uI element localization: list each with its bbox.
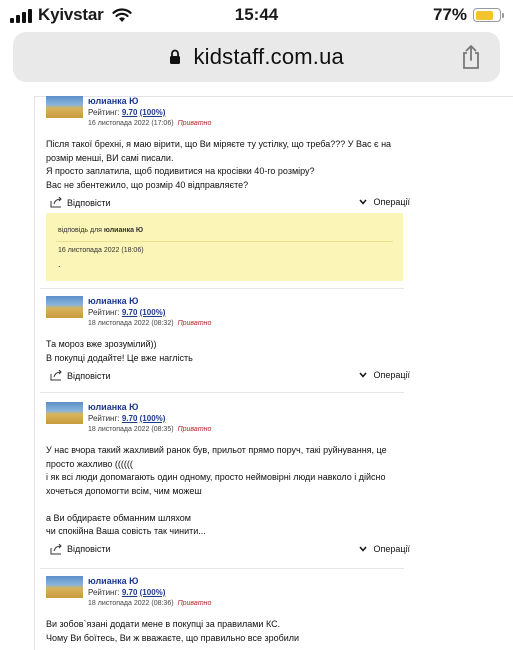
author-rating: Рейтинг: 9.70 (100%)	[88, 308, 166, 317]
battery-icon	[473, 8, 504, 22]
author-name[interactable]: юлианка Ю	[88, 296, 138, 306]
private-label: Приватно	[177, 600, 212, 607]
author-name[interactable]: юлианка Ю	[88, 402, 138, 412]
rating-percent[interactable]: (100%)	[140, 308, 166, 317]
avatar[interactable]	[46, 576, 83, 598]
post-text: Та мороз вже зрозумілий)) В покупці дода…	[46, 339, 193, 363]
operations-dropdown[interactable]: Операції	[359, 370, 410, 380]
rating-value[interactable]: 9.70	[122, 308, 138, 317]
post-date: 18 листопада 2022 (08:35) Приватно	[88, 426, 212, 433]
reply-icon	[50, 543, 62, 554]
reply-button[interactable]: Відповісти	[50, 197, 111, 208]
divider	[56, 241, 393, 242]
author-rating: Рейтинг: 9.70 (100%)	[88, 588, 166, 597]
post-date: 16 листопада 2022 (17:06) Приватно	[88, 120, 212, 127]
private-label: Приватно	[177, 320, 212, 327]
reply-icon	[50, 370, 62, 381]
author-name[interactable]: юлианка Ю	[88, 576, 138, 586]
author-name[interactable]: юлианка Ю	[88, 96, 138, 106]
rating-percent[interactable]: (100%)	[140, 414, 166, 423]
chevron-down-icon	[359, 199, 368, 205]
share-icon[interactable]	[460, 44, 482, 70]
battery-percent: 77%	[432, 5, 467, 24]
post-text: У нас вчора такий жахливий ранок був, пр…	[46, 445, 387, 536]
comment-post: юлианка Ю Рейтинг: 9.70 (100%) 16 листоп…	[46, 96, 410, 214]
avatar[interactable]	[46, 402, 83, 424]
rating-percent[interactable]: (100%)	[140, 108, 166, 117]
comment-post: юлианка Ю Рейтинг: 9.70 (100%) 18 листоп…	[46, 402, 410, 561]
avatar[interactable]	[46, 296, 83, 318]
divider	[40, 392, 404, 393]
author-rating: Рейтинг: 9.70 (100%)	[88, 108, 166, 117]
post-date: 18 листопада 2022 (08:32) Приватно	[88, 320, 212, 327]
divider	[40, 288, 404, 289]
rating-value[interactable]: 9.70	[122, 414, 138, 423]
status-bar: Kyivstar 15:44 77%	[0, 0, 513, 30]
rating-value[interactable]: 9.70	[122, 108, 138, 117]
author-rating: Рейтинг: 9.70 (100%)	[88, 414, 166, 423]
avatar[interactable]	[46, 96, 83, 118]
battery-level-fill	[475, 10, 494, 20]
quote-date: 16 листопада 2022 (18:06)	[58, 247, 144, 254]
divider	[40, 568, 404, 569]
private-label: Приватно	[177, 120, 212, 127]
chevron-down-icon	[359, 372, 368, 378]
reply-button[interactable]: Відповісти	[50, 370, 111, 381]
reply-quote: відповідь для юлианка Ю 16 листопада 202…	[46, 213, 403, 281]
quote-author[interactable]: юлианка Ю	[104, 227, 143, 234]
reply-icon	[50, 197, 62, 208]
comment-post: юлианка Ю Рейтинг: 9.70 (100%) 18 листоп…	[46, 576, 406, 645]
address-bar[interactable]: kidstaff.com.ua	[13, 32, 500, 82]
url-text: kidstaff.com.ua	[193, 44, 344, 69]
post-text: Ви зобов`язані додати мене в покупці за …	[46, 619, 300, 643]
operations-dropdown[interactable]: Операції	[359, 544, 410, 554]
operations-dropdown[interactable]: Операції	[359, 197, 410, 207]
quote-text: .	[58, 259, 61, 269]
private-label: Приватно	[177, 426, 212, 433]
comment-post: юлианка Ю Рейтинг: 9.70 (100%) 18 листоп…	[46, 296, 410, 387]
rating-value[interactable]: 9.70	[122, 588, 138, 597]
lock-icon	[169, 49, 180, 64]
rating-percent[interactable]: (100%)	[140, 588, 166, 597]
post-date: 18 листопада 2022 (08:36) Приватно	[88, 600, 212, 607]
quote-title: відповідь для юлианка Ю	[58, 227, 144, 234]
reply-button[interactable]: Відповісти	[50, 543, 111, 555]
post-text: Після такої брехні, я маю вірити, що Ви …	[46, 139, 392, 190]
chevron-down-icon	[359, 546, 368, 552]
